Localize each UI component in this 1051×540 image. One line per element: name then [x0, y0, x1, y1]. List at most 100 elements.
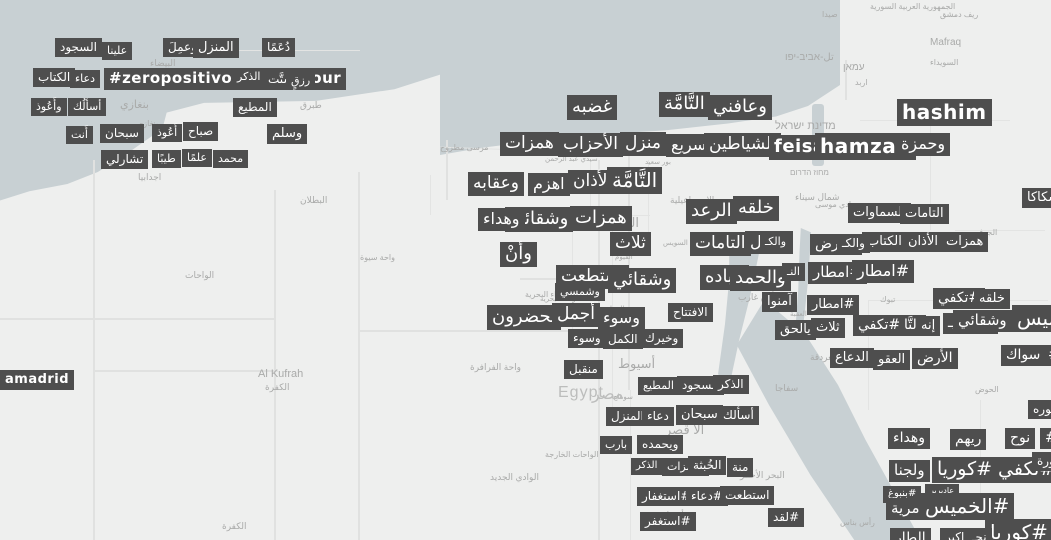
word-cloud-label[interactable]: الأحزاب: [558, 133, 624, 157]
word-cloud-label[interactable]: مرية: [886, 498, 925, 520]
word-cloud-label[interactable]: الافتتاح: [668, 303, 713, 322]
word-cloud-label[interactable]: السجود: [55, 38, 102, 57]
word-cloud-label[interactable]: وهداء: [888, 428, 930, 449]
word-cloud-label[interactable]: دعاء: [70, 70, 100, 88]
word-cloud-label[interactable]: أَعُوذ: [152, 124, 183, 142]
word-cloud-label[interactable]: سواك: [1001, 345, 1046, 366]
word-cloud-label[interactable]: وسوء: [568, 329, 606, 348]
word-cloud-label[interactable]: طيبًا: [152, 150, 181, 168]
word-cloud-label[interactable]: همزات: [941, 232, 989, 252]
word-cloud-label[interactable]: أجمل: [552, 303, 600, 327]
word-cloud-label[interactable]: فوره: [1028, 400, 1051, 419]
word-cloud-label[interactable]: وسلم: [267, 124, 308, 144]
word-cloud-label[interactable]: #كوريا: [985, 519, 1051, 540]
word-cloud-label[interactable]: التَّامَّة: [607, 167, 663, 194]
word-cloud-label[interactable]: وسوء: [598, 307, 645, 330]
word-cloud-label[interactable]: #: [1040, 428, 1051, 449]
word-cloud-label[interactable]: #امطار: [852, 260, 915, 283]
word-cloud-label[interactable]: سبحان: [100, 124, 144, 143]
map-word-cloud-view[interactable]: البيضاء بنغازي بنغازي طبرق اجدابيا البطلان الو…: [0, 0, 1051, 540]
word-cloud-label[interactable]: منة: [727, 458, 754, 477]
word-cloud-label[interactable]: الدعاع: [830, 348, 874, 368]
word-cloud-label[interactable]: amadrid: [0, 370, 75, 390]
word-cloud-label[interactable]: الكتاب: [33, 68, 76, 87]
word-cloud-label[interactable]: تشارلي: [101, 150, 149, 169]
word-cloud-label[interactable]: دعاء: [642, 407, 674, 426]
word-cloud-label[interactable]: وهداء: [478, 208, 525, 231]
word-cloud-label[interactable]: #سكاكا: [1022, 188, 1051, 208]
word-cloud-label[interactable]: ولجنا: [889, 460, 930, 482]
word-cloud-label[interactable]: #تكفي: [853, 315, 906, 336]
word-cloud-label[interactable]: وخيرك: [640, 329, 684, 348]
word-cloud-label[interactable]: المطيع: [638, 377, 679, 395]
word-cloud-label[interactable]: والكـ: [760, 233, 792, 251]
word-cloud-label[interactable]: ريهم: [950, 429, 987, 450]
word-cloud-label[interactable]: آمنوا: [762, 292, 797, 312]
word-cloud-label[interactable]: سبحان: [676, 405, 723, 425]
word-cloud-label[interactable]: ويحمده: [637, 435, 684, 454]
word-cloud-label[interactable]: الرعد: [686, 199, 737, 224]
word-cloud-label[interactable]: منزل: [620, 132, 666, 156]
word-cloud-label[interactable]: #: [1043, 345, 1051, 366]
word-cloud-label[interactable]: الأرض: [912, 348, 958, 369]
word-cloud-label[interactable]: #استغفر: [640, 512, 696, 531]
word-cloud-label[interactable]: منقبل: [564, 360, 603, 379]
word-cloud-label[interactable]: ثلاث: [610, 232, 651, 256]
word-cloud-label[interactable]: يالحق: [775, 320, 816, 340]
word-cloud-label[interactable]: وشمسي: [555, 283, 605, 301]
word-cloud-label[interactable]: hashim: [897, 99, 992, 126]
word-cloud-label[interactable]: همزات: [500, 132, 559, 156]
word-cloud-label[interactable]: المطيع: [233, 98, 277, 117]
word-cloud-label[interactable]: وعافني: [708, 95, 772, 120]
border-line: [358, 172, 360, 540]
word-cloud-label[interactable]: وشقائي: [953, 310, 1012, 332]
word-cloud-label[interactable]: النـ: [782, 263, 805, 281]
word-cloud-label[interactable]: أسألُك: [68, 98, 107, 116]
word-cloud-label[interactable]: #كوريا: [932, 457, 998, 483]
word-cloud-label[interactable]: والكـ: [837, 234, 870, 253]
word-cloud-label[interactable]: وشقائي: [608, 268, 677, 293]
word-cloud-label[interactable]: أسألك: [718, 406, 759, 425]
word-cloud-label[interactable]: الذكر: [713, 375, 749, 394]
word-cloud-label[interactable]: رزقٍ: [286, 72, 316, 90]
word-cloud-label[interactable]: #الخميس: [1012, 305, 1051, 332]
word-cloud-label[interactable]: خلقه: [974, 289, 1010, 309]
word-cloud-label[interactable]: الطار: [890, 528, 931, 540]
word-cloud-label[interactable]: الكمل: [603, 330, 643, 349]
word-cloud-label[interactable]: محمد: [213, 150, 249, 168]
word-cloud-label[interactable]: التامات: [690, 232, 751, 256]
word-cloud-label[interactable]: التامات: [900, 204, 949, 224]
word-cloud-label[interactable]: التَّامَّة: [659, 92, 710, 117]
word-cloud-label[interactable]: علينا: [102, 42, 133, 60]
word-cloud-label[interactable]: وحمزة: [896, 133, 951, 156]
word-cloud-label[interactable]: إنه: [916, 316, 941, 336]
word-cloud-label[interactable]: نوح: [1005, 428, 1036, 449]
word-cloud-label[interactable]: وعقابه: [468, 172, 524, 196]
word-cloud-label[interactable]: #امطار: [807, 295, 860, 315]
word-cloud-label[interactable]: الخُبثة: [688, 456, 727, 475]
word-cloud-label[interactable]: غضبه: [567, 95, 618, 120]
word-cloud-label[interactable]: يحضرون: [487, 305, 562, 330]
word-cloud-label[interactable]: اهزم: [528, 173, 570, 196]
word-cloud-label[interactable]: الذكر: [631, 458, 663, 475]
word-cloud-label[interactable]: ورة: [1032, 452, 1051, 471]
word-cloud-label[interactable]: علمًا: [182, 149, 212, 167]
word-cloud-label[interactable]: خلقه: [733, 196, 779, 221]
word-cloud-label[interactable]: استطعت: [720, 486, 775, 505]
word-cloud-label[interactable]: وأَعُوذ: [31, 98, 67, 116]
word-cloud-label[interactable]: نجـ: [967, 528, 992, 540]
word-cloud-label[interactable]: المنزل: [193, 38, 239, 58]
word-cloud-label[interactable]: العقو: [873, 350, 911, 370]
word-cloud-label[interactable]: الذكر: [232, 68, 266, 86]
word-cloud-label[interactable]: الأذان: [903, 232, 943, 252]
word-cloud-label[interactable]: بارب: [600, 436, 633, 454]
word-cloud-label[interactable]: #لقد: [768, 508, 805, 527]
word-cloud-label[interactable]: ثلاث: [811, 318, 845, 338]
word-cloud-label[interactable]: همزات: [570, 206, 632, 231]
word-cloud-label[interactable]: اكبر: [940, 528, 970, 540]
word-cloud-label[interactable]: وأنْ: [500, 242, 537, 267]
word-cloud-label[interactable]: صباح: [183, 122, 219, 141]
word-cloud-label[interactable]: دُعَمًا: [262, 38, 296, 57]
word-cloud-label[interactable]: أَنت: [66, 126, 93, 144]
word-cloud-label[interactable]: #الخميس: [920, 493, 1015, 520]
